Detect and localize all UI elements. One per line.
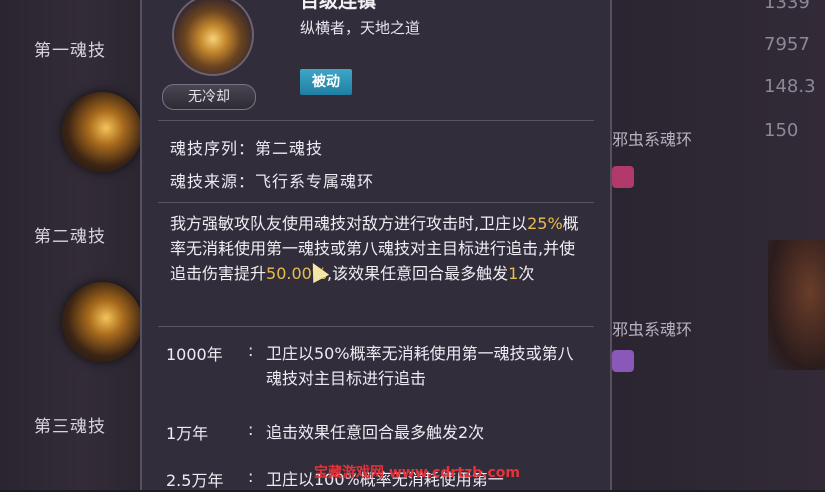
skill-description: 我方强敏攻队友使用魂技对敌方进行攻击时,卫庄以25%概率无消耗使用第一魂技或第八…	[170, 211, 590, 286]
stat-value-3: 148.3	[764, 76, 816, 97]
tier-colon: :	[248, 467, 254, 486]
creature-art-icon	[768, 240, 825, 370]
cooldown-badge: 无冷却	[162, 84, 256, 110]
desc-text-3: ,该效果任意回合最多触发	[327, 264, 509, 283]
stat-value-1: 1339	[764, 0, 810, 13]
skill-name: 百级连镇	[300, 0, 377, 12]
ring-tag-2[interactable]	[612, 350, 634, 372]
left-skill-label-1[interactable]: 第一魂技	[6, 36, 134, 61]
skill-tooltip-panel: 无冷却 百级连镇 纵横者，天地之道 被动 魂技序列：第二魂技 魂技来源：飞行系专…	[140, 0, 612, 490]
desc-value-times: 1	[508, 264, 519, 283]
watermark: 宝藏游戏网 www.cdrtzb.com	[314, 465, 521, 481]
tier-text-10k: 追击效果任意回合最多触发2次	[266, 423, 485, 442]
tier-year-10k: 1万年	[166, 424, 209, 443]
desc-text-1: 我方强敏攻队友使用魂技对敌方进行攻击时,卫庄以	[170, 214, 528, 233]
skill-source-row: 魂技来源：飞行系专属魂环	[170, 168, 374, 192]
tier-year-25k: 2.5万年	[166, 471, 224, 490]
tier-colon: :	[248, 341, 254, 360]
stat-value-4: 150	[764, 120, 799, 141]
tier-text-1000: 卫庄以50%概率无消耗使用第一魂技或第八魂技对主目标进行追击	[266, 344, 574, 388]
skill-subtitle: 纵横者，天地之道	[300, 19, 421, 37]
skill-icon	[172, 0, 254, 76]
skill-orb-2-icon[interactable]	[62, 282, 142, 362]
divider	[158, 120, 594, 121]
desc-value-chance: 25%	[527, 214, 563, 233]
skill-source-value: 飞行系专属魂环	[255, 172, 375, 191]
tier-year-1000: 1000年	[166, 345, 223, 364]
skill-source-label: 魂技来源：	[170, 172, 256, 191]
skill-order-label: 魂技序列：	[170, 139, 256, 158]
skill-order-value: 第二魂技	[255, 139, 324, 158]
divider	[158, 202, 594, 203]
ring-label-1: 邪虫系魂环	[612, 130, 693, 149]
ring-label-2: 邪虫系魂环	[612, 320, 693, 339]
desc-text-4: 次	[518, 264, 535, 283]
skill-orb-1-icon[interactable]	[62, 92, 142, 172]
tier-colon: :	[248, 420, 254, 439]
ring-tag-1[interactable]	[612, 166, 634, 188]
passive-badge: 被动	[300, 69, 352, 95]
divider	[158, 326, 594, 327]
left-skill-label-3[interactable]: 第三魂技	[6, 412, 134, 437]
left-skill-label-2[interactable]: 第二魂技	[6, 222, 134, 247]
stat-value-2: 7957	[764, 34, 810, 55]
skill-order-row: 魂技序列：第二魂技	[170, 135, 323, 159]
